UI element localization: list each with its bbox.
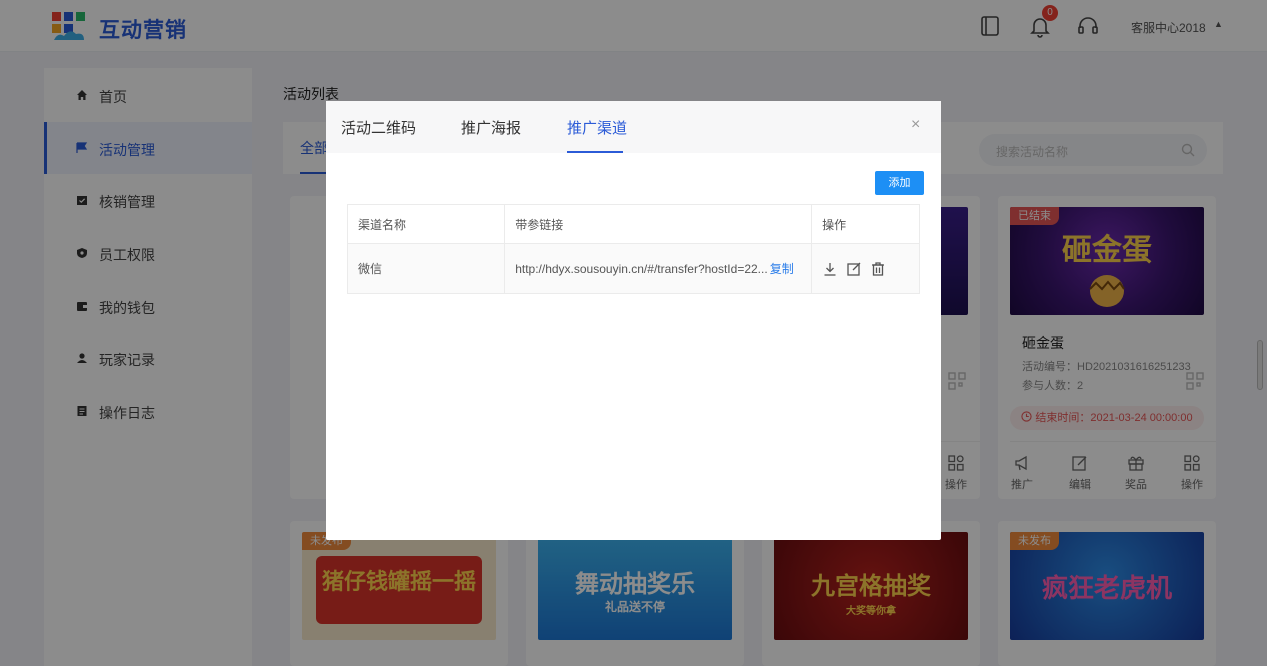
tab-indicator [567,151,623,153]
channel-link-text: http://hdyx.sousouyin.cn/#/transfer?host… [515,261,768,276]
column-header-channel: 渠道名称 [346,204,506,244]
delete-icon[interactable] [870,261,886,277]
tab-activity-qrcode[interactable]: 活动二维码 [341,117,416,138]
actions-cell [811,243,920,294]
table-header-row: 渠道名称 带参链接 操作 [346,204,920,244]
table-row: 微信 http://hdyx.sousouyin.cn/#/transfer?h… [346,243,920,294]
add-channel-button[interactable]: 添加 [875,171,924,195]
modal-header: 活动二维码 推广海报 推广渠道 × [326,101,941,153]
tab-promo-poster[interactable]: 推广海报 [461,117,521,138]
channel-link-cell: http://hdyx.sousouyin.cn/#/transfer?host… [504,243,813,294]
column-header-link: 带参链接 [504,204,813,244]
channel-name-cell: 微信 [346,243,506,294]
close-icon[interactable]: × [911,116,920,134]
channel-table: 渠道名称 带参链接 操作 微信 http://hdyx.sousouyin.cn… [346,204,920,294]
column-header-actions: 操作 [811,204,920,244]
copy-link-button[interactable]: 复制 [770,262,794,276]
download-icon[interactable] [822,261,838,277]
channel-modal: 活动二维码 推广海报 推广渠道 × 添加 渠道名称 带参链接 操作 微信 htt… [326,101,941,540]
tab-promo-channel[interactable]: 推广渠道 [567,117,627,138]
edit-icon[interactable] [846,261,862,277]
